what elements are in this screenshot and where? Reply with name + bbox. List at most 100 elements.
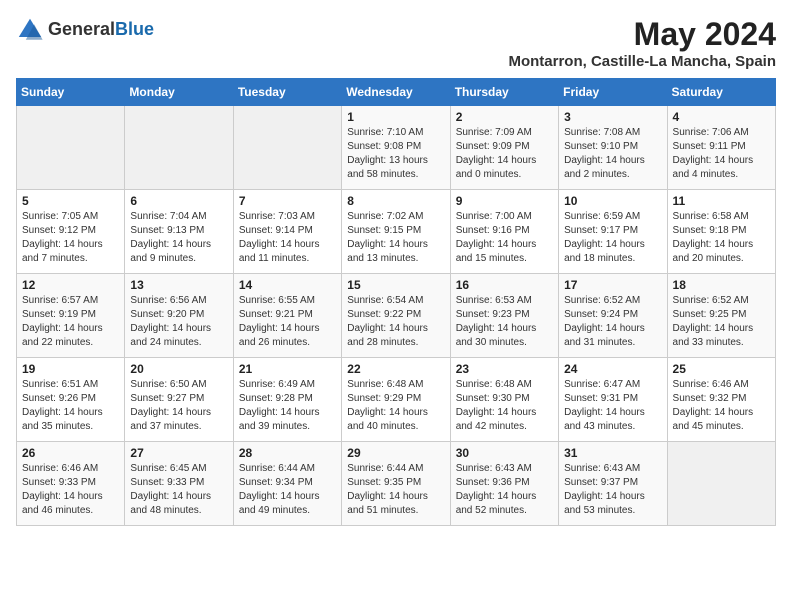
cell-info: Sunrise: 7:02 AMSunset: 9:15 PMDaylight:… (347, 211, 428, 264)
calendar-week-row: 12Sunrise: 6:57 AMSunset: 9:19 PMDayligh… (17, 274, 776, 358)
day-number: 19 (22, 362, 119, 376)
calendar-week-row: 1 Sunrise: 7:10 AMSunset: 9:08 PMDaylight… (17, 106, 776, 190)
calendar-cell: 22 Sunrise: 6:48 AMSunset: 9:29 PMDayligh… (342, 358, 450, 442)
cell-info: Sunrise: 6:52 AMSunset: 9:25 PMDaylight:… (673, 295, 754, 348)
cell-info: Sunrise: 6:56 AMSunset: 9:20 PMDaylight:… (130, 295, 211, 348)
day-of-week-header: Wednesday (342, 79, 450, 106)
cell-info: Sunrise: 7:10 AMSunset: 9:08 PMDaylight:… (347, 127, 428, 180)
calendar-location: Montarron, Castille-La Mancha, Spain (508, 53, 776, 70)
day-number: 6 (130, 194, 227, 208)
calendar-cell: 14Sunrise: 6:55 AMSunset: 9:21 PMDayligh… (233, 274, 341, 358)
cell-info: Sunrise: 6:44 AMSunset: 9:34 PMDaylight:… (239, 463, 320, 516)
calendar-cell: 21 Sunrise: 6:49 AMSunset: 9:28 PMDayligh… (233, 358, 341, 442)
calendar-cell (667, 442, 775, 526)
day-number: 20 (130, 362, 227, 376)
day-number: 2 (456, 110, 553, 124)
cell-info: Sunrise: 6:50 AMSunset: 9:27 PMDaylight:… (130, 379, 211, 432)
calendar-cell: 7 Sunrise: 7:03 AMSunset: 9:14 PMDaylight… (233, 190, 341, 274)
cell-info: Sunrise: 6:51 AMSunset: 9:26 PMDaylight:… (22, 379, 103, 432)
calendar-cell: 8 Sunrise: 7:02 AMSunset: 9:15 PMDaylight… (342, 190, 450, 274)
calendar-cell (17, 106, 125, 190)
day-number: 10 (564, 194, 661, 208)
calendar-cell (125, 106, 233, 190)
calendar-title: May 2024 (508, 16, 776, 53)
calendar-cell (233, 106, 341, 190)
calendar-cell: 10 Sunrise: 6:59 AMSunset: 9:17 PMDayligh… (559, 190, 667, 274)
calendar-week-row: 5 Sunrise: 7:05 AMSunset: 9:12 PMDaylight… (17, 190, 776, 274)
calendar-header-row: SundayMondayTuesdayWednesdayThursdayFrid… (17, 79, 776, 106)
day-number: 13 (130, 278, 227, 292)
calendar-cell: 1 Sunrise: 7:10 AMSunset: 9:08 PMDaylight… (342, 106, 450, 190)
cell-info: Sunrise: 6:53 AMSunset: 9:23 PMDaylight:… (456, 295, 537, 348)
day-number: 9 (456, 194, 553, 208)
day-number: 30 (456, 446, 553, 460)
day-number: 31 (564, 446, 661, 460)
calendar-cell: 18 Sunrise: 6:52 AMSunset: 9:25 PMDayligh… (667, 274, 775, 358)
cell-info: Sunrise: 6:47 AMSunset: 9:31 PMDaylight:… (564, 379, 645, 432)
day-number: 21 (239, 362, 336, 376)
day-number: 28 (239, 446, 336, 460)
calendar-cell: 6Sunrise: 7:04 AMSunset: 9:13 PMDaylight… (125, 190, 233, 274)
calendar-cell: 29Sunrise: 6:44 AMSunset: 9:35 PMDayligh… (342, 442, 450, 526)
day-number: 4 (673, 110, 770, 124)
day-of-week-header: Thursday (450, 79, 558, 106)
cell-info: Sunrise: 6:49 AMSunset: 9:28 PMDaylight:… (239, 379, 320, 432)
cell-info: Sunrise: 6:52 AMSunset: 9:24 PMDaylight:… (564, 295, 645, 348)
day-number: 23 (456, 362, 553, 376)
calendar-cell: 31Sunrise: 6:43 AMSunset: 9:37 PMDayligh… (559, 442, 667, 526)
day-number: 29 (347, 446, 444, 460)
calendar-cell: 3Sunrise: 7:08 AMSunset: 9:10 PMDaylight… (559, 106, 667, 190)
cell-info: Sunrise: 6:43 AMSunset: 9:36 PMDaylight:… (456, 463, 537, 516)
cell-info: Sunrise: 6:46 AMSunset: 9:33 PMDaylight:… (22, 463, 103, 516)
day-number: 25 (673, 362, 770, 376)
calendar-cell: 13 Sunrise: 6:56 AMSunset: 9:20 PMDayligh… (125, 274, 233, 358)
calendar-cell: 27Sunrise: 6:45 AMSunset: 9:33 PMDayligh… (125, 442, 233, 526)
calendar-cell: 26 Sunrise: 6:46 AMSunset: 9:33 PMDayligh… (17, 442, 125, 526)
calendar-cell: 5 Sunrise: 7:05 AMSunset: 9:12 PMDaylight… (17, 190, 125, 274)
day-number: 18 (673, 278, 770, 292)
day-of-week-header: Friday (559, 79, 667, 106)
cell-info: Sunrise: 6:48 AMSunset: 9:30 PMDaylight:… (456, 379, 537, 432)
cell-info: Sunrise: 6:48 AMSunset: 9:29 PMDaylight:… (347, 379, 428, 432)
logo: GeneralBlue (16, 16, 154, 44)
cell-info: Sunrise: 7:09 AMSunset: 9:09 PMDaylight:… (456, 127, 537, 180)
day-number: 27 (130, 446, 227, 460)
cell-info: Sunrise: 6:58 AMSunset: 9:18 PMDaylight:… (673, 211, 754, 264)
calendar-week-row: 19 Sunrise: 6:51 AMSunset: 9:26 PMDayligh… (17, 358, 776, 442)
logo-blue: Blue (115, 20, 154, 40)
page-header: GeneralBlue May 2024 Montarron, Castille… (16, 16, 776, 70)
day-number: 17 (564, 278, 661, 292)
calendar-cell: 11Sunrise: 6:58 AMSunset: 9:18 PMDayligh… (667, 190, 775, 274)
day-number: 15 (347, 278, 444, 292)
cell-info: Sunrise: 7:08 AMSunset: 9:10 PMDaylight:… (564, 127, 645, 180)
cell-info: Sunrise: 7:06 AMSunset: 9:11 PMDaylight:… (673, 127, 754, 180)
day-number: 26 (22, 446, 119, 460)
day-of-week-header: Sunday (17, 79, 125, 106)
logo-general: General (48, 20, 115, 40)
day-of-week-header: Monday (125, 79, 233, 106)
calendar-week-row: 26 Sunrise: 6:46 AMSunset: 9:33 PMDayligh… (17, 442, 776, 526)
cell-info: Sunrise: 6:57 AMSunset: 9:19 PMDaylight:… (22, 295, 103, 348)
calendar-cell: 4 Sunrise: 7:06 AMSunset: 9:11 PMDaylight… (667, 106, 775, 190)
day-number: 8 (347, 194, 444, 208)
day-number: 22 (347, 362, 444, 376)
cell-info: Sunrise: 6:54 AMSunset: 9:22 PMDaylight:… (347, 295, 428, 348)
calendar-cell: 30 Sunrise: 6:43 AMSunset: 9:36 PMDayligh… (450, 442, 558, 526)
calendar-cell: 17 Sunrise: 6:52 AMSunset: 9:24 PMDayligh… (559, 274, 667, 358)
title-block: May 2024 Montarron, Castille-La Mancha, … (508, 16, 776, 70)
calendar-cell: 15 Sunrise: 6:54 AMSunset: 9:22 PMDayligh… (342, 274, 450, 358)
cell-info: Sunrise: 6:59 AMSunset: 9:17 PMDaylight:… (564, 211, 645, 264)
cell-info: Sunrise: 6:46 AMSunset: 9:32 PMDaylight:… (673, 379, 754, 432)
cell-info: Sunrise: 7:05 AMSunset: 9:12 PMDaylight:… (22, 211, 103, 264)
calendar-cell: 2 Sunrise: 7:09 AMSunset: 9:09 PMDaylight… (450, 106, 558, 190)
cell-info: Sunrise: 7:00 AMSunset: 9:16 PMDaylight:… (456, 211, 537, 264)
day-number: 5 (22, 194, 119, 208)
calendar-cell: 23 Sunrise: 6:48 AMSunset: 9:30 PMDayligh… (450, 358, 558, 442)
day-number: 1 (347, 110, 444, 124)
day-of-week-header: Tuesday (233, 79, 341, 106)
logo-text: GeneralBlue (48, 20, 154, 40)
cell-info: Sunrise: 7:03 AMSunset: 9:14 PMDaylight:… (239, 211, 320, 264)
calendar-cell: 20 Sunrise: 6:50 AMSunset: 9:27 PMDayligh… (125, 358, 233, 442)
day-number: 7 (239, 194, 336, 208)
day-number: 16 (456, 278, 553, 292)
